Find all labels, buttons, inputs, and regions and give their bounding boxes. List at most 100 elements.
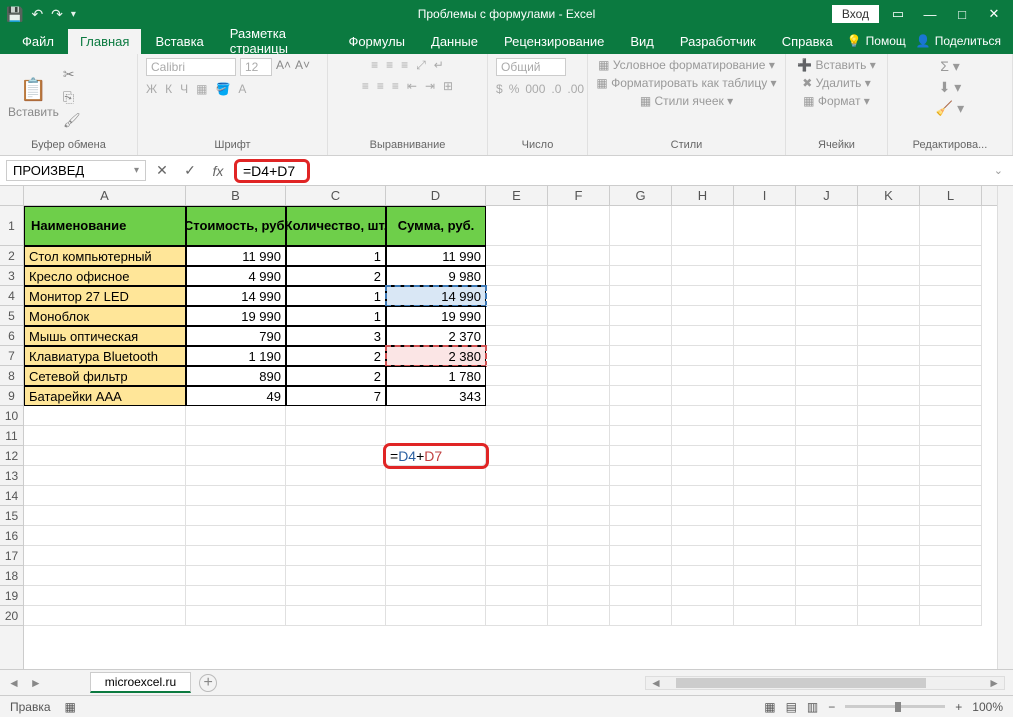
cell[interactable] xyxy=(796,506,858,526)
cell[interactable] xyxy=(24,586,186,606)
horizontal-scrollbar[interactable]: ◄► xyxy=(225,676,1005,690)
col-header[interactable]: B xyxy=(186,186,286,205)
cell[interactable] xyxy=(486,586,548,606)
cell[interactable] xyxy=(672,486,734,506)
cell[interactable] xyxy=(386,406,486,426)
zoom-out-icon[interactable]: − xyxy=(828,700,835,714)
row-header[interactable]: 3 xyxy=(0,266,23,286)
cell[interactable] xyxy=(610,526,672,546)
cell[interactable] xyxy=(548,406,610,426)
decrease-decimal-icon[interactable]: .00 xyxy=(567,82,584,96)
currency-icon[interactable]: $ xyxy=(496,82,503,96)
cell[interactable] xyxy=(486,426,548,446)
cell[interactable] xyxy=(734,206,796,246)
conditional-format-button[interactable]: ▦ Условное форматирование ▾ xyxy=(598,58,775,72)
col-header[interactable]: K xyxy=(858,186,920,205)
cell[interactable] xyxy=(796,206,858,246)
cell[interactable] xyxy=(920,386,982,406)
cell[interactable] xyxy=(548,566,610,586)
cell[interactable] xyxy=(672,526,734,546)
cell[interactable] xyxy=(386,546,486,566)
cell[interactable] xyxy=(610,506,672,526)
format-painter-icon[interactable]: 🖌 xyxy=(63,112,81,129)
font-size-box[interactable]: 12 xyxy=(240,58,272,76)
cell[interactable] xyxy=(386,486,486,506)
delete-cells-button[interactable]: ✖ Удалить ▾ xyxy=(802,76,871,90)
close-icon[interactable]: ✕ xyxy=(981,6,1007,22)
cell[interactable] xyxy=(186,566,286,586)
cell[interactable] xyxy=(548,586,610,606)
login-button[interactable]: Вход xyxy=(832,5,879,23)
bold-icon[interactable]: Ж xyxy=(146,82,157,96)
cell[interactable] xyxy=(672,326,734,346)
align-middle-icon[interactable]: ≡ xyxy=(386,58,393,73)
cell[interactable] xyxy=(610,286,672,306)
cell[interactable] xyxy=(796,306,858,326)
row-header[interactable]: 13 xyxy=(0,466,23,486)
cell[interactable] xyxy=(486,546,548,566)
decrease-font-icon[interactable]: A˅ xyxy=(295,58,310,76)
cell[interactable] xyxy=(920,206,982,246)
copy-icon[interactable]: ⎘ xyxy=(63,89,81,106)
tab-home[interactable]: Главная xyxy=(68,29,141,54)
cell[interactable] xyxy=(486,326,548,346)
cell[interactable] xyxy=(796,286,858,306)
cancel-formula-icon[interactable]: ✕ xyxy=(150,162,174,179)
cell[interactable] xyxy=(796,246,858,266)
merge-icon[interactable]: ⊞ xyxy=(443,79,453,93)
expand-formula-bar-icon[interactable]: ⌄ xyxy=(994,164,1007,177)
increase-font-icon[interactable]: A˄ xyxy=(276,58,291,76)
cell[interactable] xyxy=(672,346,734,366)
cell[interactable] xyxy=(610,486,672,506)
cell[interactable] xyxy=(920,446,982,466)
cell[interactable] xyxy=(672,206,734,246)
row-header[interactable]: 2 xyxy=(0,246,23,266)
cell[interactable] xyxy=(920,546,982,566)
cell[interactable] xyxy=(920,366,982,386)
cell[interactable] xyxy=(734,466,796,486)
row-header[interactable]: 8 xyxy=(0,366,23,386)
cell[interactable] xyxy=(486,246,548,266)
zoom-slider[interactable] xyxy=(845,705,945,708)
macro-record-icon[interactable]: ▦ xyxy=(65,700,76,714)
cell[interactable]: Кресло офисное xyxy=(24,266,186,286)
cell[interactable] xyxy=(920,306,982,326)
cell[interactable] xyxy=(186,606,286,626)
cell[interactable]: 1 xyxy=(286,306,386,326)
cell[interactable] xyxy=(858,606,920,626)
cell[interactable] xyxy=(858,566,920,586)
vertical-scrollbar[interactable] xyxy=(997,186,1013,669)
cell[interactable]: 7 xyxy=(286,386,386,406)
format-as-table-button[interactable]: ▦ Форматировать как таблицу ▾ xyxy=(596,76,776,90)
cell[interactable] xyxy=(858,486,920,506)
cell[interactable]: Моноблок xyxy=(24,306,186,326)
cell[interactable] xyxy=(610,406,672,426)
increase-decimal-icon[interactable]: .0 xyxy=(551,82,561,96)
italic-icon[interactable]: К xyxy=(165,82,172,96)
hscroll-right-icon[interactable]: ► xyxy=(984,676,1004,690)
row-header[interactable]: 20 xyxy=(0,606,23,626)
decrease-indent-icon[interactable]: ⇤ xyxy=(407,79,417,93)
cell[interactable] xyxy=(920,406,982,426)
cell[interactable]: 343 xyxy=(386,386,486,406)
cell[interactable]: 1 xyxy=(286,246,386,266)
comma-icon[interactable]: 000 xyxy=(525,82,545,96)
row-header[interactable]: 5 xyxy=(0,306,23,326)
number-format-box[interactable]: Общий xyxy=(496,58,566,76)
cell[interactable] xyxy=(286,406,386,426)
cell[interactable] xyxy=(734,246,796,266)
view-page-layout-icon[interactable]: ▤ xyxy=(786,700,797,714)
cell[interactable] xyxy=(186,406,286,426)
row-header[interactable]: 19 xyxy=(0,586,23,606)
cell[interactable] xyxy=(286,426,386,446)
cell[interactable] xyxy=(286,446,386,466)
cell[interactable] xyxy=(734,566,796,586)
align-right-icon[interactable]: ≡ xyxy=(392,79,399,93)
cell[interactable] xyxy=(548,526,610,546)
cell[interactable] xyxy=(548,246,610,266)
cell[interactable] xyxy=(610,326,672,346)
cell[interactable] xyxy=(286,486,386,506)
cell-styles-button[interactable]: ▦ Стили ячеек ▾ xyxy=(640,94,733,108)
cell[interactable] xyxy=(486,266,548,286)
cell[interactable] xyxy=(672,566,734,586)
